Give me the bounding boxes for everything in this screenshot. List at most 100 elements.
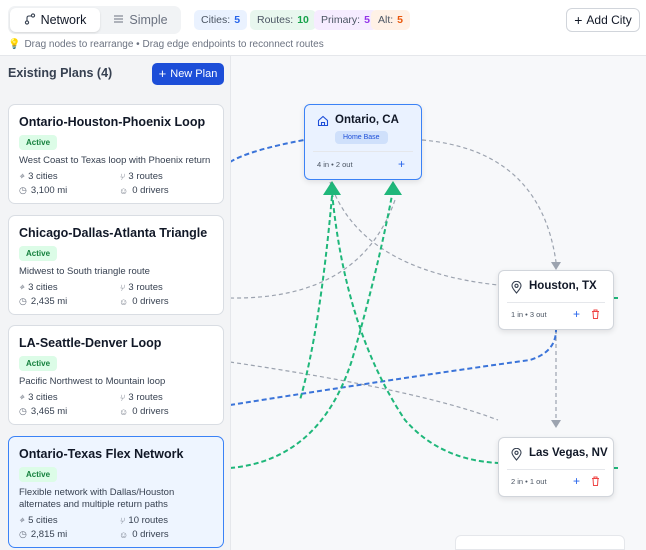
- plan-drivers: ☺ 0 drivers: [119, 185, 219, 196]
- plan-card[interactable]: LA-Seattle-Denver Loop Active Pacific No…: [8, 325, 224, 425]
- plan-drivers: ☺ 0 drivers: [119, 406, 219, 417]
- city-node-houston[interactable]: Houston, TX 1 in • 3 out +: [498, 270, 614, 330]
- alt-chip-value: 5: [397, 14, 404, 26]
- hint-text: 💡 Drag nodes to rearrange • Drag edge en…: [8, 39, 324, 50]
- plan-cities-value: 3 cities: [28, 171, 58, 182]
- plan-title: Ontario-Houston-Phoenix Loop: [19, 115, 206, 129]
- city-io-count: 4 in • 2 out: [317, 160, 353, 169]
- users-icon: ☺: [119, 185, 129, 196]
- routes-chip-value: 10: [297, 14, 309, 26]
- cities-chip-value: 5: [234, 14, 241, 26]
- plan-drivers-value: 0 drivers: [132, 529, 169, 540]
- status-badge: Active: [19, 467, 58, 482]
- simple-view-button[interactable]: Simple: [102, 8, 179, 32]
- delete-city-button[interactable]: [591, 476, 600, 489]
- plan-stats: ⌖ 3 cities ⑂ 3 routes ◷ 3,100 mi ☺ 0 drivers: [19, 171, 213, 196]
- plan-card[interactable]: Chicago-Dallas-Atlanta Triangle Active M…: [8, 215, 224, 315]
- plan-drivers-value: 0 drivers: [132, 406, 169, 417]
- users-icon: ☺: [119, 406, 129, 417]
- add-route-button[interactable]: +: [573, 475, 580, 487]
- plan-distance-value: 3,100 mi: [30, 185, 68, 196]
- plan-cities-value: 5 cities: [28, 515, 58, 526]
- plan-distance: ◷ 2,815 mi: [19, 529, 119, 540]
- plan-cities: ⌖ 5 cities: [19, 515, 119, 526]
- plans-heading: Existing Plans (4): [8, 66, 113, 80]
- route-icon: [24, 12, 36, 28]
- plus-icon: +: [574, 12, 583, 28]
- clock-icon: ◷: [19, 296, 27, 306]
- city-name: Houston, TX: [529, 280, 597, 292]
- plan-stats: ⌖ 5 cities ⑂ 10 routes ◷ 2,815 mi ☺ 0 driver…: [19, 515, 213, 540]
- plan-drivers: ☺ 0 drivers: [119, 529, 219, 540]
- plus-icon: +: [158, 66, 167, 81]
- plan-title: Ontario-Texas Flex Network: [19, 447, 184, 461]
- list-icon: [113, 13, 124, 27]
- home-base-badge: Home Base: [335, 131, 388, 144]
- route-icon: ⑂: [119, 515, 125, 526]
- status-badge: Active: [19, 356, 58, 371]
- plan-drivers-value: 0 drivers: [132, 296, 169, 307]
- plan-cities: ⌖ 3 cities: [19, 171, 119, 182]
- city-io-count: 2 in • 1 out: [511, 477, 547, 486]
- canvas-controls-panel: [455, 535, 625, 550]
- map-pin-icon: [511, 447, 522, 464]
- home-icon: [317, 115, 329, 130]
- cities-chip-label: Cities:: [201, 14, 231, 26]
- clock-icon: ◷: [19, 185, 27, 195]
- plan-routes-value: 3 routes: [128, 171, 163, 182]
- city-node-ontario[interactable]: Ontario, CA Home Base 4 in • 2 out +: [304, 104, 422, 180]
- plan-distance: ◷ 2,435 mi: [19, 296, 119, 307]
- city-name: Ontario, CA: [335, 114, 399, 126]
- network-view-label: Network: [40, 13, 87, 27]
- plan-card-selected[interactable]: Ontario-Texas Flex Network Active Flexib…: [8, 436, 224, 548]
- lightbulb-icon: 💡: [8, 39, 21, 50]
- toolbar: Network Simple Cities: 5 Routes: 10 Primar…: [0, 0, 646, 40]
- plans-sidebar: Existing Plans (4) + New Plan Ontario-Ho…: [0, 56, 231, 550]
- divider: [507, 302, 605, 303]
- map-pin-icon: ⌖: [19, 171, 25, 181]
- add-city-label: Add City: [586, 13, 632, 27]
- plan-routes: ⑂ 3 routes: [119, 392, 219, 403]
- users-icon: ☺: [119, 296, 129, 307]
- plan-routes: ⑂ 3 routes: [119, 282, 219, 293]
- add-route-button[interactable]: +: [398, 158, 405, 170]
- route-icon: ⑂: [119, 282, 125, 293]
- map-pin-icon: [511, 280, 522, 297]
- city-node-las-vegas[interactable]: Las Vegas, NV 2 in • 1 out +: [498, 437, 614, 497]
- new-plan-label: New Plan: [170, 68, 218, 80]
- add-city-button[interactable]: + Add City: [566, 8, 640, 32]
- map-pin-icon: ⌖: [19, 392, 25, 402]
- plan-description: Midwest to South triangle route: [19, 266, 150, 277]
- plan-distance: ◷ 3,100 mi: [19, 185, 119, 196]
- trash-icon: [592, 476, 599, 486]
- plan-cities-value: 3 cities: [28, 392, 58, 403]
- view-toggle: Network Simple: [8, 6, 181, 34]
- city-name: Las Vegas, NV: [529, 447, 608, 459]
- plan-routes-value: 3 routes: [128, 392, 163, 403]
- add-route-button[interactable]: +: [573, 308, 580, 320]
- routes-chip-label: Routes:: [257, 14, 294, 26]
- route-icon: ⑂: [119, 171, 125, 182]
- plan-cities: ⌖ 3 cities: [19, 392, 119, 403]
- trash-icon: [592, 309, 599, 319]
- delete-city-button[interactable]: [591, 309, 600, 322]
- plan-routes-value: 3 routes: [128, 282, 163, 293]
- plan-cities: ⌖ 3 cities: [19, 282, 119, 293]
- routes-count-chip: Routes: 10: [250, 10, 316, 30]
- plan-stats: ⌖ 3 cities ⑂ 3 routes ◷ 2,435 mi ☺ 0 drivers: [19, 282, 213, 307]
- hint-label: Drag nodes to rearrange • Drag edge endp…: [24, 39, 324, 50]
- plan-title: LA-Seattle-Denver Loop: [19, 336, 162, 350]
- plan-stats: ⌖ 3 cities ⑂ 3 routes ◷ 3,465 mi ☺ 0 drivers: [19, 392, 213, 417]
- route-icon: ⑂: [119, 392, 125, 403]
- plan-card[interactable]: Ontario-Houston-Phoenix Loop Active West…: [8, 104, 224, 204]
- plan-distance: ◷ 3,465 mi: [19, 406, 119, 417]
- plan-routes: ⑂ 10 routes: [119, 515, 219, 526]
- plan-description: West Coast to Texas loop with Phoenix re…: [19, 155, 211, 166]
- network-view-button[interactable]: Network: [10, 8, 100, 32]
- primary-count-chip: Primary: 5: [314, 10, 377, 30]
- alt-chip-label: Alt:: [378, 14, 394, 26]
- new-plan-button[interactable]: + New Plan: [152, 63, 224, 85]
- users-icon: ☺: [119, 529, 129, 540]
- simple-view-label: Simple: [129, 13, 168, 27]
- plan-distance-value: 2,815 mi: [30, 529, 68, 540]
